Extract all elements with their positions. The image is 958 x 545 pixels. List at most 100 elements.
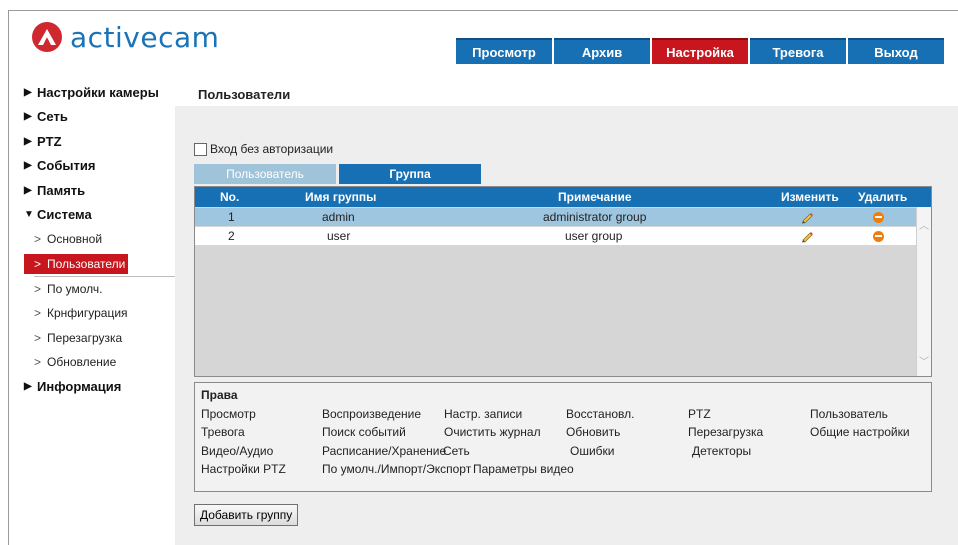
sidebar-item-label: События [37, 158, 96, 174]
chevron-up-icon[interactable]: ︿ [919, 217, 929, 232]
page-title-tab[interactable]: Пользователи [175, 82, 315, 106]
right-item: Сеть [443, 444, 470, 458]
brand-name: activecam [70, 20, 220, 54]
sidebar-subitem-configuration[interactable]: > Крнфигурация [24, 301, 174, 326]
pencil-icon [802, 213, 813, 224]
sidebar-subitem-label: Крнфигурация [47, 306, 128, 321]
nav-tab-archive[interactable]: Архив [554, 38, 650, 64]
row-group-name: admin [322, 210, 355, 224]
sidebar-subitem-update[interactable]: > Обновление [24, 350, 174, 375]
sidebar-subitem-users[interactable]: > Пользователи [24, 253, 128, 274]
sidebar-subitem-reboot[interactable]: > Перезагрузка [24, 326, 174, 351]
sidebar-subitem-defaults[interactable]: > По умолч. [24, 277, 174, 302]
nav-tab-settings[interactable]: Настройка [652, 38, 748, 64]
triangle-down-icon: ▼ [24, 209, 34, 221]
nav-tab-logout[interactable]: Выход [848, 38, 944, 64]
chevron-right-icon: > [34, 256, 42, 271]
edit-button[interactable] [800, 227, 814, 245]
row-note: administrator group [543, 210, 647, 224]
triangle-right-icon: ▶ [24, 184, 32, 196]
nav-tab-alarm[interactable]: Тревога [750, 38, 846, 64]
sidebar-item-label: Сеть [37, 109, 68, 125]
sidebar-subitem-label: Пользователи [47, 256, 126, 271]
header-no: No. [220, 190, 240, 204]
sidebar-item-ptz[interactable]: ▶ PTZ [24, 129, 174, 154]
sidebar-item-storage[interactable]: ▶ Память [24, 178, 174, 203]
header-edit: Изменить [781, 190, 839, 204]
content-panel: Пользователи Вход без авторизации Пользо… [175, 82, 958, 545]
header-group-name: Имя группы [305, 190, 377, 204]
edit-button[interactable] [800, 208, 814, 226]
sidebar-subitem-basic[interactable]: > Основной [24, 227, 174, 252]
delete-icon [873, 230, 884, 242]
triangle-right-icon: ▶ [24, 160, 32, 172]
right-item: Просмотр [201, 407, 256, 421]
triangle-right-icon: ▶ [24, 86, 32, 98]
top-nav: Просмотр Архив Настройка Тревога Выход [456, 38, 946, 64]
right-item: Параметры видео [473, 462, 574, 476]
activecam-logo-icon [32, 22, 62, 52]
rights-title: Права [201, 388, 238, 402]
page-tab-strip [315, 82, 958, 106]
add-group-button[interactable]: Добавить группу [194, 504, 299, 526]
sidebar-item-label: PTZ [37, 133, 62, 149]
triangle-right-icon: ▶ [24, 135, 32, 147]
chevron-right-icon: > [34, 281, 42, 296]
pencil-icon [802, 232, 813, 243]
rights-panel: Права Просмотр Воспроизведение Настр. за… [194, 382, 932, 492]
delete-button[interactable] [873, 208, 884, 226]
right-item: Общие настройки [810, 425, 910, 439]
sidebar-subitem-label: Обновление [47, 355, 117, 370]
sidebar-item-label: Настройки камеры [37, 84, 159, 100]
right-item: Поиск событий [322, 425, 406, 439]
delete-icon [873, 211, 884, 223]
row-no: 1 [228, 210, 235, 224]
right-item: Детекторы [692, 444, 752, 458]
chevron-right-icon: > [34, 330, 42, 345]
no-auth-label: Вход без авторизации [210, 142, 334, 156]
right-item: Очистить журнал [444, 425, 541, 439]
subtab-group[interactable]: Группа [339, 164, 481, 184]
sidebar-item-label: Информация [37, 379, 122, 395]
subtabs: Пользователь Группа [194, 164, 484, 184]
subtab-user[interactable]: Пользователь [194, 164, 336, 184]
chevron-down-icon[interactable]: ﹀ [919, 353, 929, 368]
right-item: Тревога [201, 425, 245, 439]
sidebar-item-camera-settings[interactable]: ▶ Настройки камеры [24, 80, 174, 105]
table-row[interactable]: 2 user user group [195, 227, 917, 245]
delete-button[interactable] [873, 227, 884, 245]
row-note: user group [565, 229, 623, 243]
sidebar-item-system[interactable]: ▼ Система [24, 203, 174, 228]
sidebar-item-network[interactable]: ▶ Сеть [24, 105, 174, 130]
right-item: PTZ [688, 407, 711, 421]
nav-tab-view[interactable]: Просмотр [456, 38, 552, 64]
right-item: По умолч./Импорт/Экспорт [322, 462, 472, 476]
chevron-right-icon: > [34, 306, 42, 321]
sidebar-item-events[interactable]: ▶ События [24, 154, 174, 179]
right-item: Восстановл. [566, 407, 635, 421]
row-no: 2 [228, 229, 235, 243]
right-item: Ошибки [570, 444, 615, 458]
triangle-right-icon: ▶ [24, 111, 32, 123]
sidebar-item-label: Память [37, 182, 86, 198]
no-auth-login-row[interactable]: Вход без авторизации [194, 142, 333, 156]
group-table: No. Имя группы Примечание Изменить Удали… [194, 186, 932, 377]
right-item: Настр. записи [444, 407, 523, 421]
header-delete: Удалить [858, 190, 908, 204]
table-header: No. Имя группы Примечание Изменить Удали… [195, 187, 931, 207]
table-row[interactable]: 1 admin administrator group [195, 208, 917, 226]
sidebar-item-info[interactable]: ▶ Информация [24, 375, 174, 400]
right-item: Перезагрузка [688, 425, 764, 439]
table-scrollbar[interactable]: ︿ ﹀ [916, 207, 931, 376]
chevron-right-icon: > [34, 232, 42, 247]
no-auth-checkbox[interactable] [194, 142, 207, 156]
header-note: Примечание [558, 190, 632, 204]
sidebar: ▶ Настройки камеры ▶ Сеть ▶ PTZ ▶ События ▶ П… [24, 80, 176, 400]
sidebar-subitem-label: Основной [47, 232, 103, 247]
logo: activecam [32, 20, 219, 54]
triangle-right-icon: ▶ [24, 381, 32, 393]
right-item: Настройки PTZ [201, 462, 286, 476]
right-item: Воспроизведение [322, 407, 422, 421]
sidebar-subitem-label: По умолч. [47, 281, 103, 296]
sidebar-subitem-label: Перезагрузка [47, 330, 123, 345]
